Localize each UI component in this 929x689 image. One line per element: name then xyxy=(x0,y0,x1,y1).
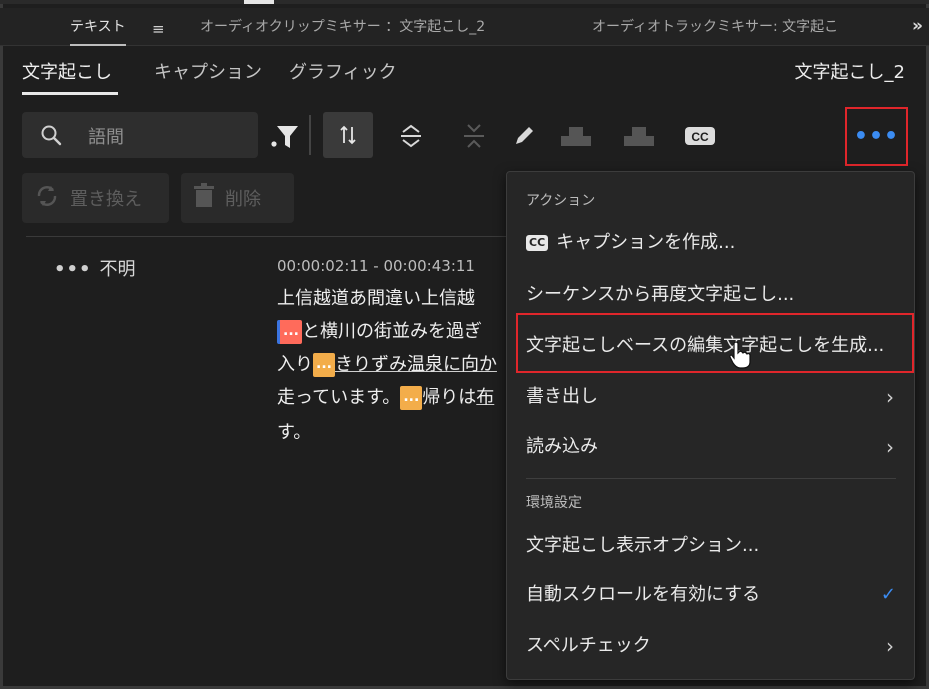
tab-text-underline xyxy=(70,44,126,46)
search-icon xyxy=(40,124,62,150)
split-segment-icon xyxy=(561,127,591,146)
cc-icon: CC xyxy=(526,235,549,251)
menu-item-display-options[interactable]: 文字起こし表示オプション... xyxy=(526,529,902,563)
subtab-graphics[interactable]: グラフィック xyxy=(289,58,397,84)
tab-audio-clip-mixer-label: オーディオクリップミキサー ：文字起こし_2 xyxy=(200,19,486,35)
tab-overflow-icon[interactable]: » xyxy=(912,16,923,36)
transcript-line-3[interactable]: 入り... きりずみ温泉に向か xyxy=(277,350,497,377)
expand-icon xyxy=(401,124,421,148)
sequence-name: 文字起こし_2 xyxy=(794,62,905,83)
search-field[interactable]: 語間 xyxy=(22,112,258,158)
menu-item-import-label: 読み込み xyxy=(526,436,598,457)
filter-icon xyxy=(271,126,298,148)
tab-audio-track-mixer-label: オーディオトラックミキサー: 文字起こ xyxy=(592,19,839,35)
menu-item-spell-check[interactable]: スペルチェック › xyxy=(526,629,902,663)
menu-section-preferences: 環境設定 xyxy=(526,495,582,511)
trash-icon xyxy=(193,182,215,214)
toolbar-separator xyxy=(309,115,311,155)
collapse-button[interactable] xyxy=(456,118,492,154)
menu-separator xyxy=(526,478,896,479)
tab-text-label: テキスト xyxy=(70,19,126,35)
replace-label: 置き換え xyxy=(70,189,142,210)
speaker-label[interactable]: ••• 不明 xyxy=(54,255,136,281)
tab-text[interactable]: テキスト xyxy=(70,8,126,46)
content-divider xyxy=(26,236,516,237)
transcript-text: 走っています。 xyxy=(277,387,401,408)
merge-segment-button[interactable] xyxy=(621,118,657,154)
checkmark-icon: ✓ xyxy=(880,584,896,605)
menu-item-create-captions-label: キャプションを作成... xyxy=(556,232,736,253)
top-notch xyxy=(244,0,274,4)
menu-item-export[interactable]: 書き出し › xyxy=(526,380,902,414)
highlight-box xyxy=(516,313,914,373)
split-segment-button[interactable] xyxy=(558,118,594,154)
menu-item-retranscribe[interactable]: シーケンスから再度文字起こし... xyxy=(526,278,902,312)
transcript-line-4[interactable]: 走っています。... 帰りは布 xyxy=(277,383,494,410)
window-top-strip xyxy=(0,0,929,4)
menu-item-auto-scroll[interactable]: 自動スクロールを有効にする ✓ xyxy=(526,578,902,612)
chevron-right-icon: › xyxy=(886,385,894,409)
expand-button[interactable] xyxy=(393,118,429,154)
pause-marker[interactable]: ... xyxy=(400,386,423,410)
chevron-right-icon: › xyxy=(886,634,894,658)
menu-item-spell-check-label: スペルチェック xyxy=(526,635,651,656)
subtab-transcript[interactable]: 文字起こし xyxy=(22,58,112,84)
speaker-more-icon[interactable]: ••• xyxy=(54,259,92,280)
tab-audio-track-mixer[interactable]: オーディオトラックミキサー: 文字起こ xyxy=(592,8,874,46)
pause-marker[interactable]: ... xyxy=(313,353,335,377)
subtab-transcript-underline xyxy=(22,92,118,95)
segment-timecode: 00:00:02:11 - 00:00:43:11 xyxy=(277,257,475,275)
panel-tab-bar: テキスト ≡ オーディオクリップミキサー ：文字起こし_2 オーディオトラックミ… xyxy=(0,8,929,46)
hand-cursor-icon xyxy=(728,340,754,374)
replace-button[interactable]: 置き換え xyxy=(22,173,169,223)
pencil-icon xyxy=(516,127,533,144)
subtab-captions[interactable]: キャプション xyxy=(154,58,262,84)
search-placeholder: 語間 xyxy=(88,127,124,148)
captions-button[interactable]: CC xyxy=(682,118,718,154)
cc-icon: CC xyxy=(685,127,715,145)
transcript-line-2[interactable]: ... と横川の街並みを過ぎ xyxy=(277,317,482,344)
transcript-line-5[interactable]: す。 xyxy=(277,418,311,444)
sync-scroll-button[interactable] xyxy=(323,112,373,158)
options-menu: アクション CC キャプションを作成... シーケンスから再度文字起こし... 文… xyxy=(506,171,915,680)
menu-item-export-label: 書き出し xyxy=(526,386,598,407)
transcript-line-1[interactable]: 上信越道あ間違い上信越 xyxy=(277,284,475,310)
merge-segment-icon xyxy=(624,127,654,146)
delete-label: 削除 xyxy=(225,189,261,210)
filter-button[interactable] xyxy=(266,118,302,154)
menu-section-actions: アクション xyxy=(526,193,596,209)
speaker-name: 不明 xyxy=(99,259,136,280)
delete-button[interactable]: 削除 xyxy=(181,173,294,223)
refresh-icon xyxy=(34,183,60,214)
collapse-icon xyxy=(464,124,484,148)
menu-item-create-captions[interactable]: CC キャプションを作成... xyxy=(526,226,902,260)
pause-marker-selected[interactable]: ... xyxy=(277,320,302,344)
transcript-text: す。 xyxy=(277,422,312,443)
svg-text:CC: CC xyxy=(691,130,709,144)
menu-item-display-options-label: 文字起こし表示オプション... xyxy=(526,535,760,556)
transcript-text: 帰りは xyxy=(422,387,477,408)
menu-item-auto-scroll-label: 自動スクロールを有効にする xyxy=(526,584,761,605)
transcript-text: 布 xyxy=(476,387,495,408)
edit-button[interactable] xyxy=(506,118,542,154)
sync-scroll-icon xyxy=(340,125,356,145)
transcript-text: 入り xyxy=(277,354,313,375)
transcript-text: きりずみ温泉に向か xyxy=(334,354,497,375)
transcript-text: と横川の街並みを過ぎ xyxy=(301,321,482,342)
tab-audio-clip-mixer[interactable]: オーディオクリップミキサー ：文字起こし_2 xyxy=(200,8,485,46)
more-options-button[interactable]: ••• xyxy=(845,107,908,166)
menu-item-retranscribe-label: シーケンスから再度文字起こし... xyxy=(526,284,795,305)
chevron-right-icon: › xyxy=(886,435,894,459)
menu-item-import[interactable]: 読み込み › xyxy=(526,430,902,464)
transcript-text: 上信越道あ間違い上信越 xyxy=(277,288,475,309)
panel-menu-icon[interactable]: ≡ xyxy=(152,20,165,38)
